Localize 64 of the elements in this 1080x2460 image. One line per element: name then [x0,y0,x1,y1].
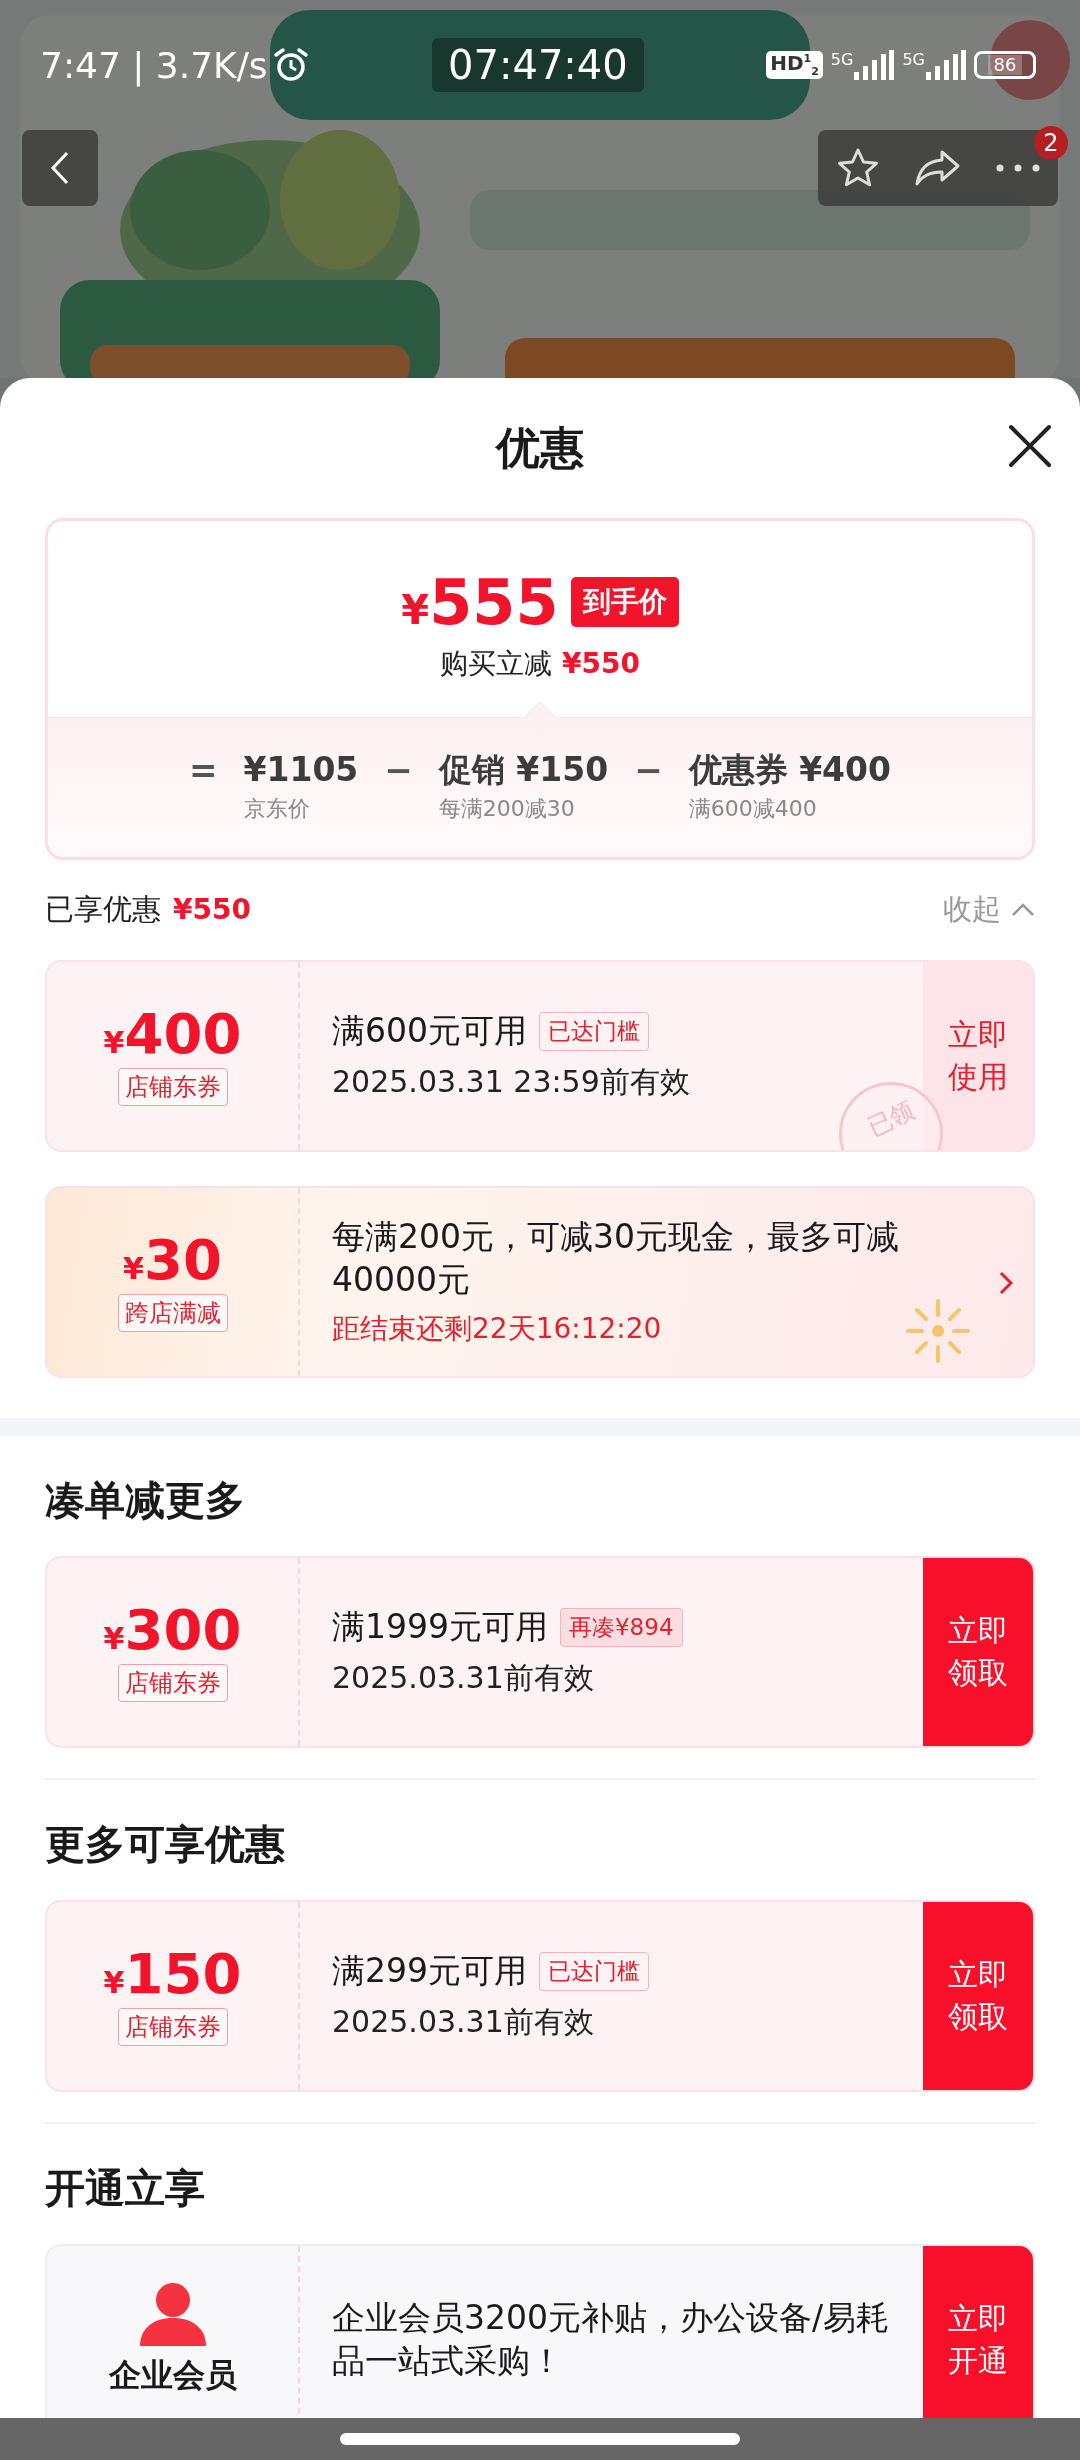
validity-text: 2025.03.31前有效 [332,2003,595,2041]
final-price: ¥555 [401,565,559,639]
countdown-text: 距结束还剩22天16:12:20 [332,1310,663,1347]
breakdown-note: 京东价 [243,795,311,823]
coupon-value: ¥300 [103,1602,242,1658]
more-icon [996,164,1040,172]
sparkle-icon [903,1296,973,1366]
back-button[interactable] [22,130,98,206]
saving-label: 购买立减 [440,645,553,682]
claim-button[interactable]: 立即领取 [923,1558,1033,1746]
signal-icon [926,50,966,80]
share-icon [914,148,962,188]
battery-level: 86 [987,55,1023,75]
close-button[interactable] [1008,424,1052,468]
section-heading: 凑单减更多 [45,1475,246,1525]
saving-amount: ¥550 [562,646,640,680]
signal-icon [854,50,895,80]
user-icon [137,2282,208,2348]
promotion-description: 每满200元，可减30元现金，最多可减40000元 [332,1216,900,1301]
network-type: 5G [902,50,925,69]
membership-label: 企业会员 [108,2355,237,2396]
coupon-condition: 满600元可用 [332,1010,527,1052]
operator-sign: − [634,750,663,790]
validity-text: 2025.03.31前有效 [332,1659,595,1697]
threshold-tag: 已达门槛 [539,1012,649,1051]
status-time: 7:47 | 3.7K/s [40,44,268,86]
coupon-value: ¥150 [103,1946,242,2002]
section-heading: 开通立享 [45,2163,206,2213]
back-icon [50,150,70,186]
claim-button[interactable]: 立即领取 [923,1902,1033,2090]
details-button[interactable] [999,1271,1013,1295]
threshold-tag: 再凑¥894 [560,1608,683,1647]
membership-description: 企业会员3200元补贴，办公设备/易耗品一站式采购！ [332,2297,891,2382]
breakdown-note: 每满200减30 [438,795,576,823]
coupon-type-tag: 跨店满减 [117,1294,228,1332]
claim-button[interactable]: 立即开通 [923,2246,1033,2418]
use-button[interactable]: 立即使用 [923,962,1033,1150]
collapse-toggle[interactable]: 收起 [943,890,1035,930]
caret-icon[interactable] [1011,903,1035,917]
operator-sign: = [189,750,218,790]
coupon-value: ¥30 [123,1232,222,1288]
breakdown-note: 满600减400 [688,795,818,823]
alarm-icon [271,46,310,84]
coupon-type-tag: 店铺东券 [117,2008,228,2046]
coupon-value: ¥400 [103,1006,242,1062]
coupon-type-tag: 店铺东券 [117,1664,228,1702]
coupon-condition: 满1999元可用 [332,1606,548,1648]
threshold-tag: 已达门槛 [539,1952,649,1991]
price-tag: 到手价 [570,577,679,627]
clock-text: 07:47:40 [432,38,644,92]
section-heading: 更多可享优惠 [45,1819,286,1869]
sheet-title: 优惠 [496,420,584,475]
enjoyed-label: 已享优惠 [45,891,161,928]
network-type: 5G [830,50,854,69]
breakdown-value: ¥1105 [243,750,359,790]
validity-text: 2025.03.31 23:59前有效 [332,1063,691,1101]
chevron-icon [999,1271,1013,1295]
close-icon [1008,424,1052,468]
breakdown-value: 促销 ¥150 [438,750,609,790]
enjoyed-amount: ¥550 [173,893,251,926]
breakdown-value: 优惠券 ¥400 [688,750,891,790]
coupon-type-tag: 店铺东券 [117,1068,228,1106]
operator-sign: − [384,750,413,790]
coupon-condition: 满299元可用 [332,1950,527,1992]
